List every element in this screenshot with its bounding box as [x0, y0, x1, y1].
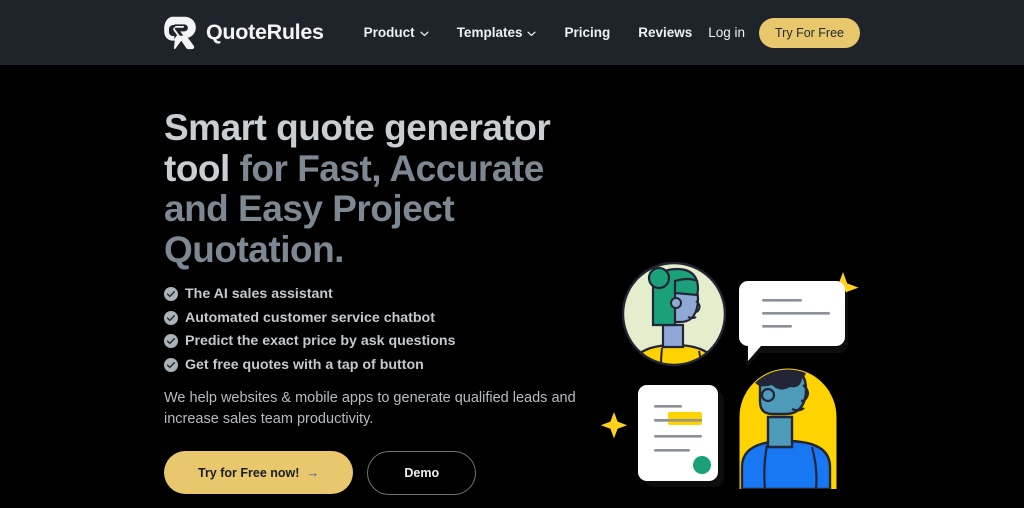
- hero-copy-column: Smart quote generator tool for Fast, Acc…: [164, 65, 584, 495]
- nav-item-pricing[interactable]: Pricing: [564, 25, 610, 40]
- demo-button[interactable]: Demo: [367, 450, 477, 495]
- primary-nav: Product Templates Pricing Reviews: [364, 25, 693, 40]
- chevron-down-icon: [527, 29, 537, 37]
- avatar-yellow-arch: [739, 368, 837, 489]
- nav-item-product[interactable]: Product: [364, 25, 429, 40]
- brand-logo-link[interactable]: QuoteRules: [164, 16, 324, 50]
- nav-item-reviews[interactable]: Reviews: [638, 25, 692, 40]
- hero-subtitle: We help websites & mobile apps to genera…: [164, 389, 576, 427]
- navbar-inner: QuoteRules Product Templates Pricing Rev…: [0, 0, 1024, 65]
- check-circle-icon: [164, 287, 178, 301]
- document-card: [638, 385, 724, 487]
- list-item: Predict the exact price by ask questions: [164, 333, 584, 349]
- sparkle-star-left: [600, 412, 628, 439]
- chat-bubble-card: [739, 281, 848, 369]
- top-navbar: QuoteRules Product Templates Pricing Rev…: [0, 0, 1024, 65]
- nav-item-product-label: Product: [363, 25, 415, 40]
- chevron-down-icon: [420, 29, 429, 37]
- try-for-free-now-button[interactable]: Try for Free now! →: [164, 451, 354, 494]
- brand-name: QuoteRules: [206, 20, 324, 44]
- avatar-green-circle: [621, 261, 727, 367]
- ai-quote-illustration: [600, 249, 880, 489]
- login-link[interactable]: Log in: [708, 25, 745, 40]
- page-title: Smart quote generator tool for Fast, Acc…: [164, 107, 584, 270]
- feature-label: The AI sales assistant: [185, 286, 333, 302]
- check-circle-icon: [164, 310, 178, 325]
- list-item: The AI sales assistant: [164, 286, 584, 302]
- check-circle-icon: [164, 334, 178, 348]
- nav-item-templates[interactable]: Templates: [457, 25, 537, 40]
- feature-list: The AI sales assistant Automated custome…: [164, 286, 584, 373]
- navbar-actions: Log in Try For Free: [708, 17, 860, 48]
- nav-item-templates-label: Templates: [456, 25, 523, 40]
- feature-label: Predict the exact price by ask questions: [185, 333, 456, 349]
- quote-rules-logo-icon: [164, 16, 197, 50]
- try-for-free-now-label: Try for Free now!: [198, 465, 300, 480]
- list-item: Automated customer service chatbot: [164, 310, 584, 326]
- hero-section: Smart quote generator tool for Fast, Acc…: [0, 65, 1024, 508]
- nav-item-pricing-label: Pricing: [564, 25, 611, 40]
- nav-item-reviews-label: Reviews: [638, 25, 693, 40]
- try-for-free-button[interactable]: Try For Free: [759, 17, 860, 48]
- feature-label: Automated customer service chatbot: [185, 309, 435, 326]
- list-item: Get free quotes with a tap of button: [164, 357, 584, 373]
- hero-cta-group: Try for Free now! → Demo: [164, 450, 584, 495]
- arrow-right-icon: →: [306, 465, 320, 480]
- feature-label: Get free quotes with a tap of button: [185, 356, 424, 373]
- check-circle-icon: [164, 357, 178, 372]
